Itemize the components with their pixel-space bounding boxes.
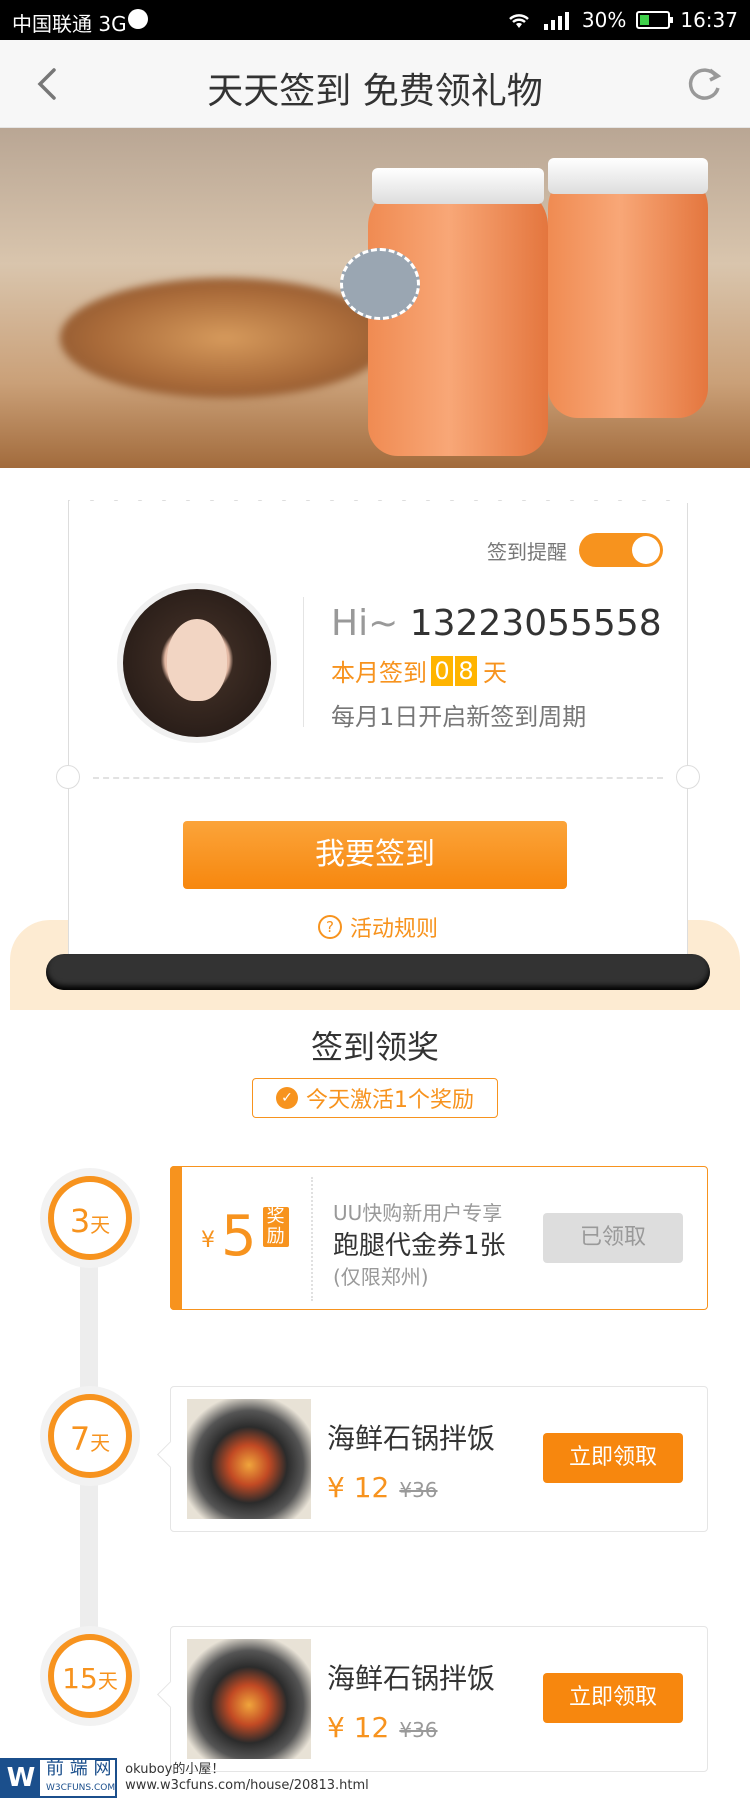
item-price: ¥ 12 ¥36 xyxy=(327,1471,438,1504)
reward-tag: 奖励 xyxy=(262,1207,289,1247)
user-phone: 13223055558 xyxy=(409,603,662,644)
battery-icon xyxy=(636,11,674,29)
location-icon xyxy=(128,9,148,29)
item-name: 海鲜石锅拌饭 xyxy=(327,1422,496,1455)
watermark-line1: okuboy的小屋！ xyxy=(125,1762,225,1777)
badge-label: 今天激活1个奖励 xyxy=(306,1088,474,1113)
claimed-button: 已领取 xyxy=(543,1213,683,1263)
old-price: ¥36 xyxy=(399,1718,438,1742)
item-name: 海鲜石锅拌饭 xyxy=(327,1662,496,1695)
coupon-card: ¥ 5 奖励 UU快购新用户专享 跑腿代金券1张 (仅限郑州) 已领取 xyxy=(170,1166,708,1310)
month-prefix: 本月签到 xyxy=(331,659,427,687)
wifi-icon xyxy=(509,14,529,28)
day-number: 15 xyxy=(62,1662,98,1695)
greeting: Hi~ 13223055558 xyxy=(331,603,662,644)
month-suffix: 天 xyxy=(483,659,507,687)
scroll-roller xyxy=(46,954,710,990)
day-unit: 天 xyxy=(97,1669,118,1693)
claim-button[interactable]: 立即领取 xyxy=(543,1673,683,1723)
logo-letter: W xyxy=(2,1760,40,1796)
refresh-icon[interactable] xyxy=(682,62,726,106)
currency-symbol: ¥ xyxy=(201,1228,215,1253)
reminder-label: 签到提醒 xyxy=(487,539,567,564)
watermark-logo: W 前 端 网 W3CFUNS.COM xyxy=(0,1757,118,1798)
rewards-title: 签到领奖 xyxy=(310,1028,439,1066)
rules-link[interactable]: ? 活动规则 xyxy=(69,911,687,943)
banner-image xyxy=(0,128,750,468)
item-price: ¥ 12 ¥36 xyxy=(327,1711,438,1744)
check-icon: ✓ xyxy=(276,1087,298,1109)
logo-sub: W3CFUNS.COM xyxy=(46,1782,116,1793)
coupon-subtitle: UU快购新用户专享 xyxy=(333,1201,503,1225)
activation-badge: ✓ 今天激活1个奖励 xyxy=(252,1078,498,1118)
day-number: 7 xyxy=(69,1420,91,1458)
clock: 16:37 xyxy=(680,8,738,32)
rules-label: 活动规则 xyxy=(349,917,438,942)
avatar xyxy=(117,583,277,743)
day-unit: 天 xyxy=(90,1431,111,1455)
reward-item: 海鲜石锅拌饭 ¥ 12 ¥36 立即领取 xyxy=(170,1386,708,1532)
reminder-toggle[interactable] xyxy=(579,533,663,567)
coupon-value: 5 xyxy=(221,1204,257,1269)
watermark-line2: www.w3cfuns.com/house/20813.html xyxy=(125,1778,369,1793)
reward-item: 海鲜石锅拌饭 ¥ 12 ¥36 立即领取 xyxy=(170,1626,708,1772)
nav-bar: 天天签到 免费领礼物 xyxy=(0,40,750,128)
greeting-prefix: Hi~ xyxy=(331,603,410,644)
signal-icon xyxy=(543,12,569,30)
question-icon: ? xyxy=(317,915,342,939)
monthly-sign-count: 本月签到 0 8 天 xyxy=(331,653,507,688)
sign-reminder: 签到提醒 xyxy=(487,533,663,567)
sign-card: 签到提醒 Hi~ 13223055558 本月签到 0 8 天 每月1日开启新签… xyxy=(56,487,700,980)
sign-in-button[interactable]: 我要签到 xyxy=(183,821,567,889)
old-price: ¥36 xyxy=(399,1478,438,1502)
price-value: ¥ 12 xyxy=(327,1471,390,1504)
status-bar: 中国联通 3G 30% 16:37 xyxy=(0,0,750,40)
day-unit: 天 xyxy=(90,1213,111,1237)
coupon-note: (仅限郑州) xyxy=(333,1265,429,1289)
logo-text: 前 端 网 xyxy=(46,1757,112,1779)
day-number: 3 xyxy=(69,1202,91,1240)
carrier-label: 中国联通 3G xyxy=(12,12,127,36)
price-value: ¥ 12 xyxy=(327,1711,390,1744)
page-title: 天天签到 免费领礼物 xyxy=(207,71,543,112)
cycle-note: 每月1日开启新签到周期 xyxy=(331,703,587,731)
day-marker-15: 15 天 xyxy=(40,1626,140,1726)
day-marker-7: 7天 xyxy=(40,1386,140,1486)
food-image xyxy=(187,1399,311,1519)
watermark: W 前 端 网 W3CFUNS.COM okuboy的小屋！ www.w3cfun… xyxy=(0,1754,369,1802)
coupon-amount: ¥ 5 奖励 xyxy=(201,1207,289,1265)
coupon-name: 跑腿代金券1张 xyxy=(333,1231,506,1261)
count-digit: 0 xyxy=(431,655,453,686)
day-marker-3: 3天 xyxy=(40,1168,140,1268)
battery-percent: 30% xyxy=(581,8,627,32)
claim-button[interactable]: 立即领取 xyxy=(543,1433,683,1483)
food-image xyxy=(187,1639,311,1759)
count-digit: 8 xyxy=(455,655,477,686)
